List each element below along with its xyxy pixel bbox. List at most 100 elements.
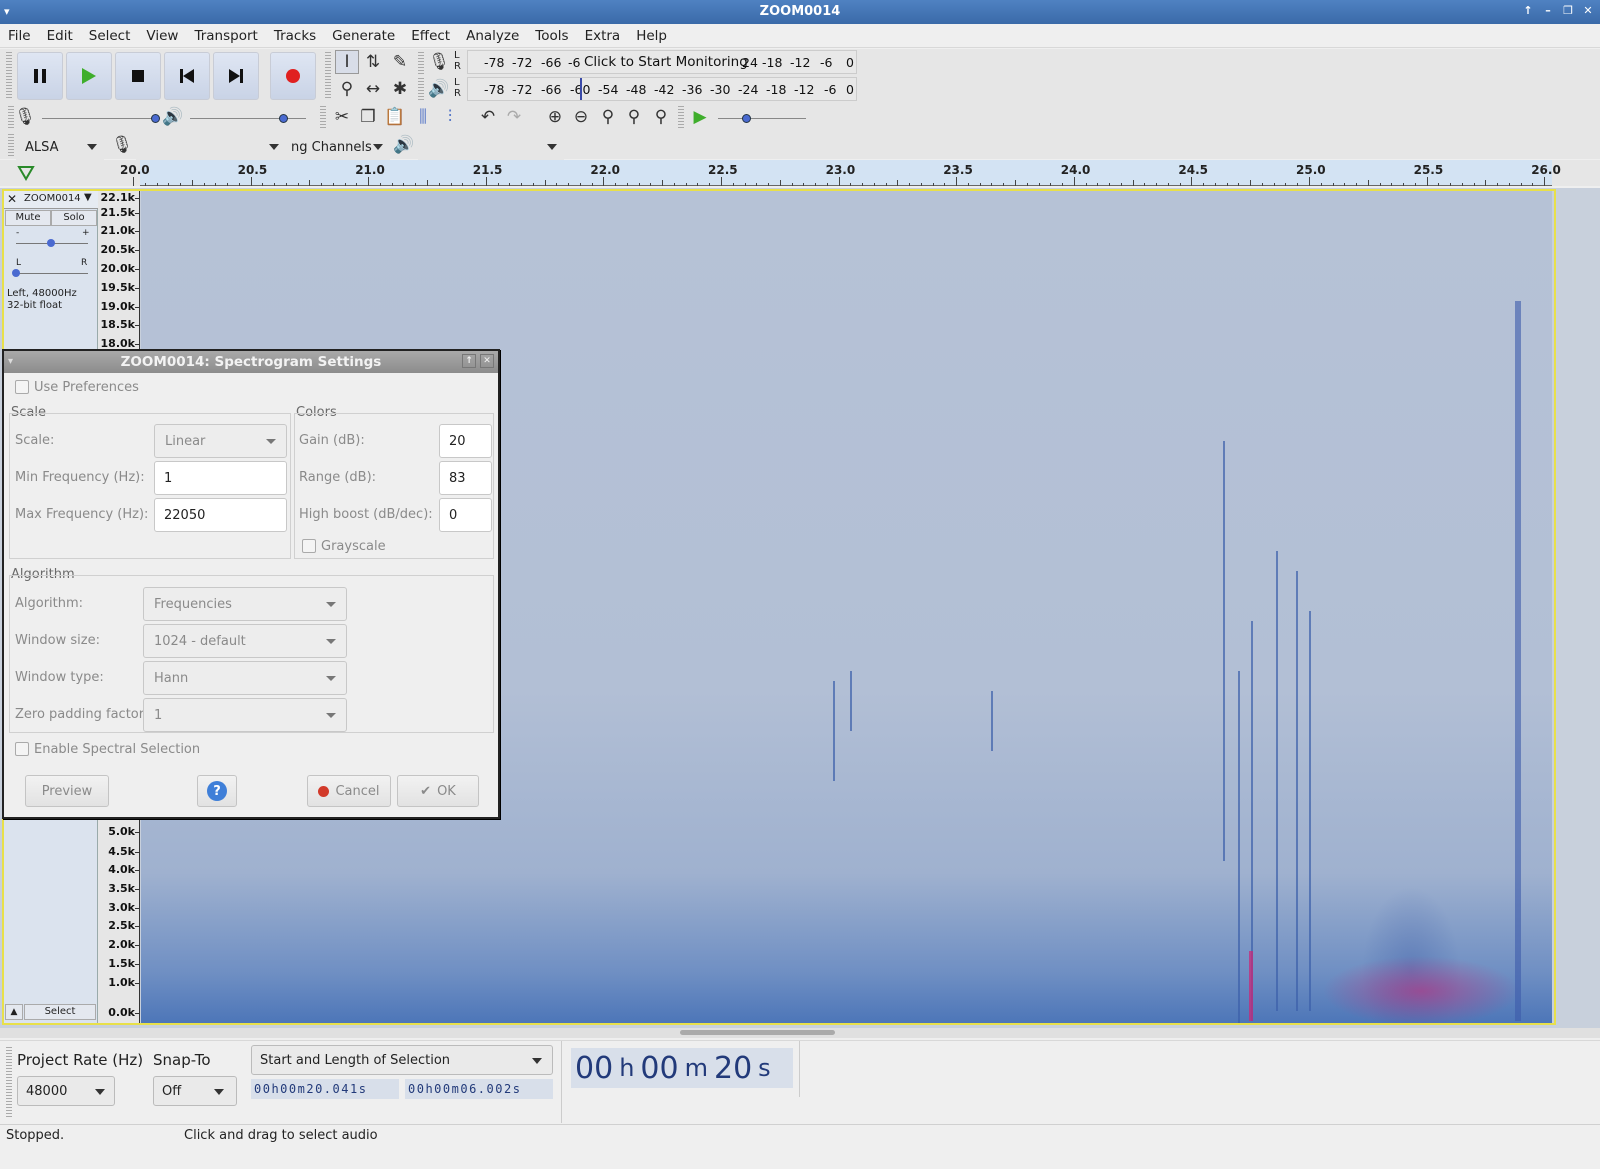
speaker-icon[interactable]: 🔊 xyxy=(427,77,451,101)
scale-select[interactable]: Linear xyxy=(154,424,287,458)
menu-edit[interactable]: Edit xyxy=(39,28,81,44)
skip-to-end-button[interactable] xyxy=(213,52,259,100)
redo-icon[interactable]: ↷ xyxy=(502,105,526,129)
record-meter-prompt[interactable]: Click to Start Monitoring xyxy=(584,54,748,70)
dialog-titlebar[interactable]: ▾ ZOOM0014: Spectrogram Settings ↑ ✕ xyxy=(4,351,498,373)
play-at-speed-icon[interactable]: ▶ xyxy=(688,105,712,129)
window-type-select[interactable]: Hann xyxy=(143,661,347,695)
high-boost-input[interactable]: 0 xyxy=(439,498,492,532)
zoom-toggle-icon[interactable]: ⚲ xyxy=(649,105,673,129)
transport-toolbar-grip[interactable] xyxy=(6,52,12,98)
minimize-icon[interactable]: – xyxy=(1540,3,1556,19)
record-volume-slider[interactable] xyxy=(42,118,158,119)
dialog-menu-icon[interactable]: ▾ xyxy=(8,351,13,373)
record-button[interactable] xyxy=(270,52,316,100)
draw-tool-icon[interactable]: ✎ xyxy=(388,50,412,74)
window-size-select[interactable]: 1024 - default xyxy=(143,624,347,658)
menu-file[interactable]: File xyxy=(0,28,39,44)
maximize-icon[interactable]: ❐ xyxy=(1560,3,1576,19)
mute-button[interactable]: Mute xyxy=(5,210,51,226)
play-at-speed-grip[interactable] xyxy=(678,106,684,128)
menu-analyze[interactable]: Analyze xyxy=(458,28,527,44)
help-button[interactable]: ? xyxy=(197,775,237,807)
solo-button[interactable]: Solo xyxy=(51,210,97,226)
max-frequency-input[interactable]: 22050 xyxy=(154,498,287,532)
scrollbar-thumb[interactable] xyxy=(680,1030,835,1035)
recording-channels-select[interactable]: ng Channels xyxy=(286,134,390,160)
play-head-icon[interactable] xyxy=(17,164,35,182)
audio-host-select[interactable]: ALSA xyxy=(16,134,104,160)
gain-slider-thumb[interactable] xyxy=(47,239,55,247)
track-menu-chevron-icon[interactable]: ▼ xyxy=(84,192,92,203)
menu-tracks[interactable]: Tracks xyxy=(266,28,324,44)
timeshift-tool-icon[interactable]: ↔ xyxy=(361,77,385,101)
ok-button[interactable]: ✔ OK xyxy=(397,775,479,807)
cut-icon[interactable]: ✂ xyxy=(330,105,354,129)
stop-button[interactable] xyxy=(115,52,161,100)
project-rate-combo[interactable]: 48000 xyxy=(17,1076,115,1106)
menu-tools[interactable]: Tools xyxy=(527,28,576,44)
fit-project-icon[interactable]: ⚲ xyxy=(622,105,646,129)
selection-length-time[interactable]: 00h00m06.002s xyxy=(405,1079,553,1099)
device-toolbar-grip[interactable] xyxy=(8,134,14,156)
undo-icon[interactable]: ↶ xyxy=(476,105,500,129)
menu-generate[interactable]: Generate xyxy=(324,28,403,44)
spectral-selection-checkbox[interactable] xyxy=(15,742,29,756)
playback-volume-slider[interactable] xyxy=(190,118,306,119)
edit-toolbar-grip[interactable] xyxy=(320,106,326,128)
gain-input[interactable]: 20 xyxy=(439,424,492,458)
playback-volume-thumb[interactable] xyxy=(279,114,288,123)
record-meter-grip[interactable] xyxy=(418,52,424,74)
collapse-track-icon[interactable]: ▲ xyxy=(5,1004,23,1020)
dialog-close-icon[interactable]: ✕ xyxy=(480,354,494,368)
system-menu-icon[interactable]: ▾ xyxy=(4,0,10,24)
menu-view[interactable]: View xyxy=(138,28,186,44)
trim-audio-icon[interactable]: ⫼ xyxy=(411,105,435,129)
record-meter[interactable]: -78 -72 -66 -6 Click to Start Monitoring… xyxy=(467,50,857,74)
record-volume-thumb[interactable] xyxy=(151,114,160,123)
zoom-tool-icon[interactable]: ⚲ xyxy=(335,77,359,101)
silence-audio-icon[interactable]: ⫶ xyxy=(438,105,462,129)
snap-to-select[interactable]: Off xyxy=(153,1076,237,1106)
dialog-keep-above-icon[interactable]: ↑ xyxy=(462,354,476,368)
selection-mode-select[interactable]: Start and Length of Selection xyxy=(251,1045,553,1075)
selection-tool-icon[interactable]: I xyxy=(335,50,359,74)
select-track-button[interactable]: Select xyxy=(24,1004,96,1020)
keep-above-icon[interactable]: ↑ xyxy=(1520,3,1536,19)
selection-toolbar-grip[interactable] xyxy=(6,1047,12,1117)
envelope-tool-icon[interactable]: ⇅ xyxy=(361,50,385,74)
recording-device-select[interactable] xyxy=(136,134,286,160)
multi-tool-icon[interactable]: ✱ xyxy=(388,77,412,101)
zoom-in-icon[interactable]: ⊕ xyxy=(543,105,567,129)
playback-device-select[interactable] xyxy=(418,134,564,160)
zero-padding-select[interactable]: 1 xyxy=(143,698,347,732)
menu-transport[interactable]: Transport xyxy=(186,28,265,44)
timeline-ruler[interactable]: 20.0 20.5 21.0 21.5 22.0 22.5 23.0 23.5 24.0 24.5… xyxy=(0,160,1600,186)
close-window-icon[interactable]: ✕ xyxy=(1580,3,1596,19)
menu-help[interactable]: Help xyxy=(628,28,675,44)
cancel-button[interactable]: Cancel xyxy=(307,775,391,807)
playback-meter[interactable]: -78 -72 -66 -60 -54 -48 -42 -36 -30 -24 … xyxy=(467,77,857,101)
pause-button[interactable] xyxy=(17,52,63,100)
use-preferences-checkbox[interactable] xyxy=(15,380,29,394)
preview-button[interactable]: Preview xyxy=(25,775,109,807)
zoom-out-icon[interactable]: ⊖ xyxy=(569,105,593,129)
tools-toolbar-grip[interactable] xyxy=(325,52,331,98)
menu-select[interactable]: Select xyxy=(81,28,139,44)
play-speed-thumb[interactable] xyxy=(742,114,751,123)
copy-icon[interactable]: ❐ xyxy=(356,105,380,129)
pan-slider[interactable] xyxy=(16,273,88,274)
algorithm-select[interactable]: Frequencies xyxy=(143,587,347,621)
close-track-icon[interactable]: ✕ xyxy=(7,192,17,206)
fit-selection-icon[interactable]: ⚲ xyxy=(596,105,620,129)
audio-position-time[interactable]: 00 h 00 m 20 s xyxy=(571,1048,793,1088)
paste-icon[interactable]: 📋 xyxy=(383,105,407,129)
track-name[interactable]: ZOOM0014 xyxy=(24,193,81,204)
pan-slider-thumb[interactable] xyxy=(12,269,20,277)
min-frequency-input[interactable]: 1 xyxy=(154,461,287,495)
microphone-icon[interactable]: 🎙 xyxy=(427,50,451,74)
menu-extra[interactable]: Extra xyxy=(577,28,629,44)
range-input[interactable]: 83 xyxy=(439,461,492,495)
grayscale-checkbox[interactable] xyxy=(302,539,316,553)
horizontal-scrollbar[interactable] xyxy=(0,1028,1600,1038)
